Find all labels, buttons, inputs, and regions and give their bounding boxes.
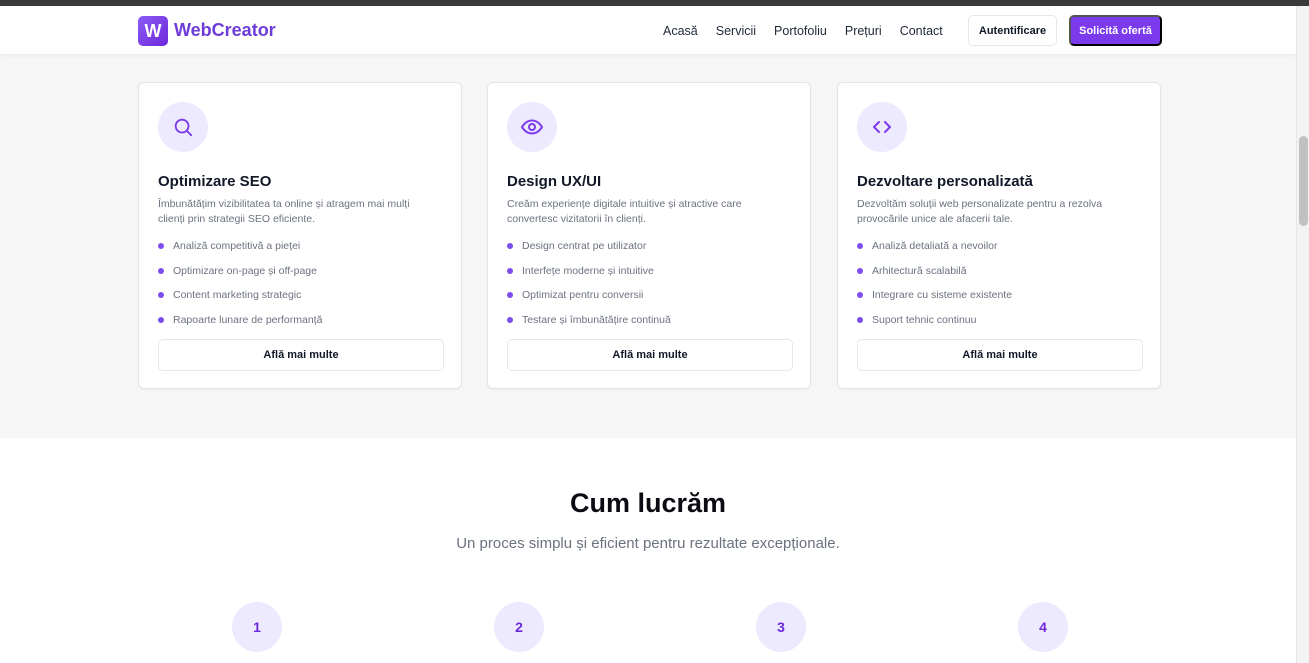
feature-item: Arhitectură scalabilă <box>857 265 1012 290</box>
login-button[interactable]: Autentificare <box>968 15 1057 46</box>
logo-mark[interactable]: W <box>138 16 168 46</box>
feature-list: Design centrat pe utilizator Interfețe m… <box>507 240 671 339</box>
nav-link-pricing[interactable]: Prețuri <box>845 24 882 38</box>
scrollbar-thumb[interactable] <box>1299 136 1308 226</box>
process-step-badge: 3 <box>756 602 806 652</box>
service-card-custom-dev: Dezvoltare personalizată Dezvoltăm soluț… <box>837 82 1161 389</box>
service-card-ux-ui: Design UX/UI Creăm experiențe digitale i… <box>487 82 811 389</box>
feature-list: Analiză competitivă a pieței Optimizare … <box>158 240 322 339</box>
feature-item: Design centrat pe utilizator <box>507 240 671 265</box>
page-scrollbar[interactable] <box>1296 6 1309 663</box>
service-title: Dezvoltare personalizată <box>857 173 1033 190</box>
service-description: Dezvoltăm soluții web personalizate pent… <box>857 198 1103 225</box>
feature-item: Integrare cu sisteme existente <box>857 289 1012 314</box>
service-title: Optimizare SEO <box>158 173 272 190</box>
site-header: W WebCreator Acasă Servicii Portofoliu P… <box>0 6 1296 55</box>
feature-item: Optimizat pentru conversii <box>507 289 671 314</box>
feature-item: Analiză detaliată a nevoilor <box>857 240 1012 265</box>
page-viewport: Optimizare SEO Îmbunătățim vizibilitatea… <box>0 6 1296 663</box>
service-title: Design UX/UI <box>507 173 602 190</box>
nav-link-home[interactable]: Acasă <box>663 24 698 38</box>
feature-item: Rapoarte lunare de performanță <box>158 314 322 339</box>
request-offer-button[interactable]: Solicită ofertă <box>1069 15 1162 46</box>
feature-item: Content marketing strategic <box>158 289 322 314</box>
feature-list: Analiză detaliată a nevoilor Arhitectură… <box>857 240 1012 339</box>
feature-item: Optimizare on-page și off-page <box>158 265 322 290</box>
nav-link-portfolio[interactable]: Portofoliu <box>774 24 827 38</box>
process-step-badge: 4 <box>1018 602 1068 652</box>
code-icon <box>857 102 907 152</box>
brand-name[interactable]: WebCreator <box>174 20 276 41</box>
process-subtitle: Un proces simplu și eficient pentru rezu… <box>456 535 840 552</box>
process-step-badge: 2 <box>494 602 544 652</box>
eye-icon <box>507 102 557 152</box>
nav-link-contact[interactable]: Contact <box>900 24 943 38</box>
service-description: Creăm experiențe digitale intuitive și a… <box>507 198 742 225</box>
nav-link-services[interactable]: Servicii <box>716 24 756 38</box>
main-nav: Acasă Servicii Portofoliu Prețuri Contac… <box>663 24 961 38</box>
process-title: Cum lucrăm <box>569 488 727 518</box>
feature-item: Testare și îmbunătățire continuă <box>507 314 671 339</box>
service-description: Îmbunătățim vizibilitatea ta online și a… <box>158 198 410 225</box>
learn-more-button[interactable]: Află mai multe <box>158 339 444 371</box>
feature-item: Analiză competitivă a pieței <box>158 240 322 265</box>
feature-item: Interfețe moderne și intuitive <box>507 265 671 290</box>
learn-more-button[interactable]: Află mai multe <box>507 339 793 371</box>
feature-item: Suport tehnic continuu <box>857 314 1012 339</box>
learn-more-button[interactable]: Află mai multe <box>857 339 1143 371</box>
search-icon <box>158 102 208 152</box>
services-section: Optimizare SEO Îmbunătățim vizibilitatea… <box>0 6 1296 438</box>
service-card-seo: Optimizare SEO Îmbunătățim vizibilitatea… <box>138 82 462 389</box>
process-step-badge: 1 <box>232 602 282 652</box>
